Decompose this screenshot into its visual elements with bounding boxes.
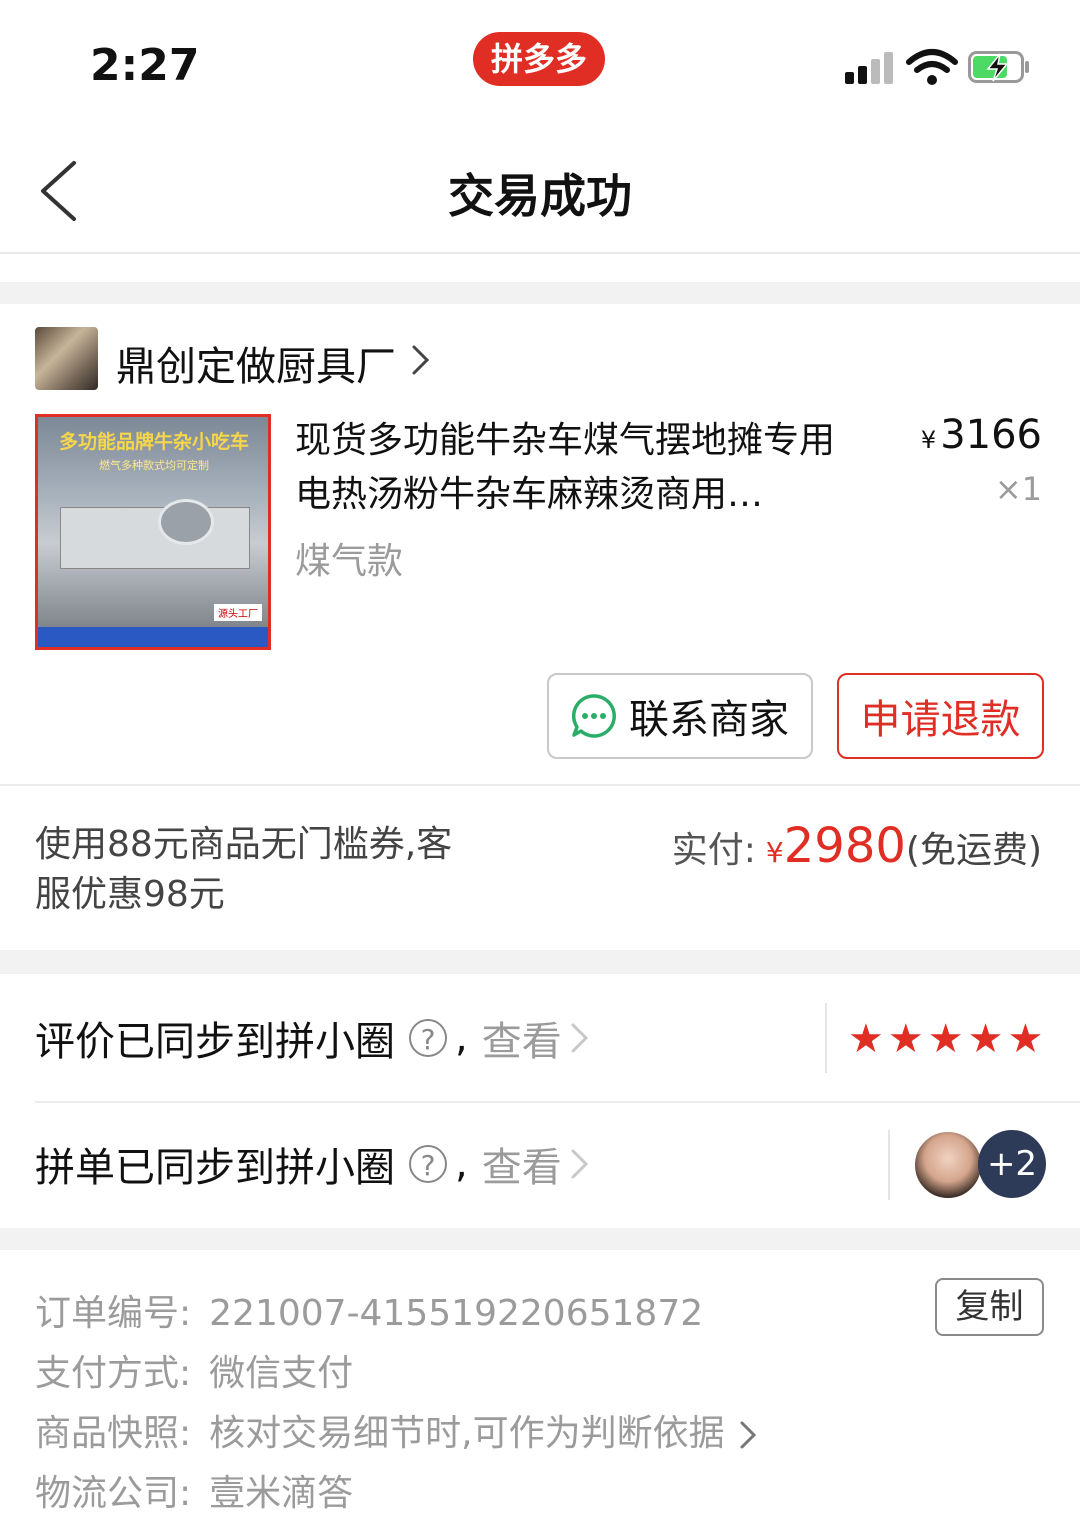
cellular-signal-icon — [845, 52, 893, 84]
section-gap — [0, 950, 1080, 974]
logistics-row: 物流公司: 壹米滴答 — [35, 1464, 353, 1516]
payment-method-label: 支付方式: — [35, 1353, 192, 1394]
price-value: 3166 — [940, 412, 1042, 458]
view-review-link[interactable]: 查看 — [482, 1009, 562, 1067]
group-sync-row[interactable]: 拼单已同步到拼小圈 ? , 查看 — [35, 1136, 590, 1192]
discount-note: 使用88元商品无门槛券,客服优惠98元 — [35, 824, 453, 915]
page-title: 交易成功 — [448, 169, 632, 223]
group-sync-text: 拼单已同步到拼小圈 — [35, 1145, 395, 1191]
product-variant: 煤气款 — [295, 541, 404, 582]
battery-charging-icon — [968, 51, 1029, 83]
vertical-divider — [888, 1130, 890, 1200]
thumbnail-tag: 源头工厂 — [214, 604, 262, 621]
more-members-badge[interactable]: +2 — [978, 1130, 1046, 1198]
thumbnail-subtitle: 燃气多种款式均可定制 — [99, 459, 209, 472]
paid-currency-symbol: ¥ — [765, 836, 784, 869]
price-currency-symbol: ¥ — [920, 426, 937, 454]
wifi-icon — [906, 49, 958, 85]
chevron-right-icon — [571, 1023, 588, 1053]
product-quantity: ×1 — [994, 470, 1042, 508]
app-badge: 拼多多 — [473, 32, 605, 86]
row-divider — [35, 1101, 1080, 1103]
view-group-link[interactable]: 查看 — [482, 1135, 562, 1193]
divider — [0, 784, 1080, 786]
payment-method-row: 支付方式: 微信支付 — [35, 1344, 353, 1396]
chat-bubble-icon — [571, 694, 616, 738]
vertical-divider — [825, 1003, 827, 1073]
review-sync-row[interactable]: 评价已同步到拼小圈 ? , 查看 — [35, 1010, 590, 1066]
order-number-value: 221007-415519220651872 — [209, 1293, 704, 1334]
thumbnail-pot-illustration — [158, 499, 214, 545]
comma: , — [455, 1015, 468, 1061]
comma: , — [455, 1141, 468, 1187]
store-name[interactable]: 鼎创定做厨具厂 — [116, 334, 396, 392]
member-avatar[interactable] — [913, 1130, 983, 1200]
nav-divider — [0, 252, 1080, 254]
copy-button[interactable]: 复制 — [935, 1278, 1044, 1336]
chevron-right-icon — [571, 1149, 588, 1179]
thumbnail-footer-strip — [38, 627, 268, 647]
help-icon[interactable]: ? — [409, 1019, 447, 1057]
product-thumbnail[interactable]: 多功能品牌牛杂小吃车 燃气多种款式均可定制 源头工厂 — [35, 414, 271, 650]
thumbnail-cart-illustration — [60, 507, 250, 569]
paid-value: 2980 — [783, 818, 906, 874]
logistics-label: 物流公司: — [35, 1473, 192, 1514]
shipping-note: (免运费) — [905, 830, 1042, 871]
section-gap — [0, 1228, 1080, 1250]
status-time: 2:27 — [90, 40, 200, 91]
payment-method-value: 微信支付 — [209, 1353, 354, 1394]
paid-amount: 实付: ¥2980(免运费) — [672, 818, 1042, 874]
chevron-right-icon[interactable] — [410, 343, 432, 377]
contact-merchant-button[interactable]: 联系商家 — [547, 673, 813, 759]
snapshot-row[interactable]: 商品快照: 核对交易细节时,可作为判断依据 — [35, 1404, 757, 1456]
contact-merchant-label: 联系商家 — [629, 697, 789, 743]
paid-label: 实付: — [671, 830, 756, 871]
refund-button[interactable]: 申请退款 — [837, 673, 1044, 759]
store-avatar[interactable] — [35, 327, 98, 390]
help-icon[interactable]: ? — [409, 1145, 447, 1183]
product-title[interactable]: 现货多功能牛杂车煤气摆地摊专用电热汤粉牛杂车麻辣烫商用… — [295, 414, 865, 522]
thumbnail-title: 多功能品牌牛杂小吃车 — [58, 431, 249, 453]
snapshot-label: 商品快照: — [35, 1413, 192, 1454]
snapshot-value: 核对交易细节时,可作为判断依据 — [209, 1413, 725, 1454]
product-price: ¥3166 — [921, 412, 1042, 458]
chevron-right-icon — [740, 1421, 756, 1449]
rating-stars-icon: ★★★★★ — [848, 1016, 1048, 1062]
review-sync-text: 评价已同步到拼小圈 — [35, 1019, 395, 1065]
section-gap — [0, 282, 1080, 304]
logistics-value: 壹米滴答 — [209, 1473, 354, 1514]
order-number-label: 订单编号: — [35, 1293, 192, 1334]
order-number-row: 订单编号: 221007-415519220651872 — [35, 1284, 703, 1336]
